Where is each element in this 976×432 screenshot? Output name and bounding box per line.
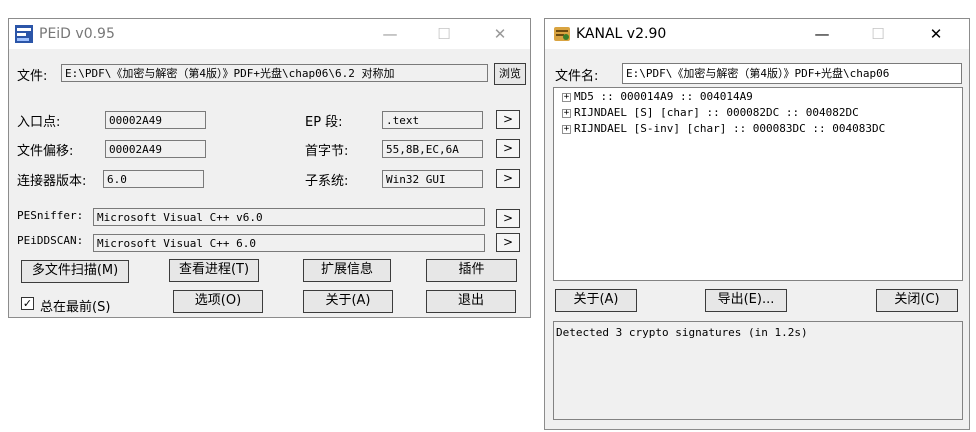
always-on-top-label: 总在最前(S) bbox=[40, 300, 111, 315]
peidscan-label: PEiDDSCAN: bbox=[17, 234, 84, 247]
linker-version-field[interactable]: 6.0 bbox=[103, 170, 204, 188]
filename-field[interactable]: E:\PDF\《加密与解密（第4版）》PDF+光盘\chap06 bbox=[622, 63, 962, 84]
ep-section-arrow-button[interactable]: > bbox=[496, 110, 520, 129]
file-label: 文件: bbox=[17, 69, 48, 84]
file-path-field[interactable]: E:\PDF\《加密与解密（第4版）》PDF+光盘\chap06\6.2 对称加 bbox=[61, 64, 488, 82]
entry-point-field[interactable]: 00002A49 bbox=[105, 111, 206, 129]
entry-point-label: 入口点: bbox=[17, 115, 61, 130]
tree-node[interactable]: + RIJNDAEL [S] [char] :: 000082DC :: 0040… bbox=[562, 106, 859, 119]
subsystem-field[interactable]: Win32 GUI bbox=[382, 170, 483, 188]
ep-section-field[interactable]: .text bbox=[382, 111, 483, 129]
file-offset-field[interactable]: 00002A49 bbox=[105, 140, 206, 158]
kanal-about-button[interactable]: 关于(A) bbox=[555, 289, 637, 312]
first-bytes-field[interactable]: 55,8B,EC,6A bbox=[382, 140, 483, 158]
tree-node-label: RIJNDAEL [S-inv] [char] :: 000083DC :: 0… bbox=[574, 122, 886, 135]
peidscan-field[interactable]: Microsoft Visual C++ 6.0 bbox=[93, 234, 485, 252]
result-log: Detected 3 crypto signatures (in 1.2s) bbox=[553, 321, 963, 420]
kanal-close-button[interactable]: ✕ bbox=[913, 19, 959, 49]
pesniffer-label: PESniffer: bbox=[17, 209, 84, 222]
expand-plus-icon[interactable]: + bbox=[562, 108, 571, 118]
file-offset-label: 文件偏移: bbox=[17, 144, 74, 159]
signature-tree[interactable]: + MD5 :: 000014A9 :: 004014A9 + RIJNDAEL [… bbox=[553, 87, 963, 281]
peid-titlebar[interactable]: PEiD v0.95 — ☐ ✕ bbox=[9, 19, 530, 49]
peid-app-icon bbox=[15, 25, 33, 43]
view-processes-button[interactable]: 查看进程(T) bbox=[169, 259, 259, 282]
kanal-title: KANAL v2.90 bbox=[576, 26, 667, 42]
filename-label: 文件名: bbox=[555, 69, 599, 84]
peid-maximize-button: ☐ bbox=[437, 25, 451, 43]
kanal-app-icon bbox=[554, 27, 570, 41]
export-button[interactable]: 导出(E)... bbox=[705, 289, 787, 312]
ep-section-label: EP 段: bbox=[305, 115, 343, 130]
browse-button[interactable]: 浏览 bbox=[494, 63, 526, 85]
peid-minimize-button[interactable]: — bbox=[367, 19, 413, 49]
peid-close-button[interactable]: ✕ bbox=[477, 19, 523, 49]
expand-plus-icon[interactable]: + bbox=[562, 92, 571, 102]
expand-plus-icon[interactable]: + bbox=[562, 124, 571, 134]
peid-title: PEiD v0.95 bbox=[39, 26, 115, 42]
kanal-titlebar[interactable]: KANAL v2.90 — ☐ ✕ bbox=[545, 19, 969, 49]
tree-node-label: MD5 :: 000014A9 :: 004014A9 bbox=[574, 90, 753, 103]
linker-version-label: 连接器版本: bbox=[17, 174, 87, 189]
tree-node-label: RIJNDAEL [S] [char] :: 000082DC :: 00408… bbox=[574, 106, 859, 119]
pesniffer-field[interactable]: Microsoft Visual C++ v6.0 bbox=[93, 208, 485, 226]
plugins-button[interactable]: 插件 bbox=[426, 259, 517, 282]
about-button[interactable]: 关于(A) bbox=[303, 290, 393, 313]
subsystem-label: 子系统: bbox=[305, 174, 349, 189]
always-on-top-checkbox[interactable]: ✓ bbox=[21, 297, 34, 310]
exit-button[interactable]: 退出 bbox=[426, 290, 516, 313]
tree-node[interactable]: + MD5 :: 000014A9 :: 004014A9 bbox=[562, 90, 753, 103]
options-button[interactable]: 选项(O) bbox=[173, 290, 263, 313]
tree-node[interactable]: + RIJNDAEL [S-inv] [char] :: 000083DC :: … bbox=[562, 122, 885, 135]
multi-file-scan-button[interactable]: 多文件扫描(M) bbox=[21, 260, 129, 283]
pesniffer-arrow-button[interactable]: > bbox=[496, 209, 520, 228]
kanal-minimize-button[interactable]: — bbox=[799, 19, 845, 49]
first-bytes-arrow-button[interactable]: > bbox=[496, 139, 520, 158]
extended-info-button[interactable]: 扩展信息 bbox=[303, 259, 391, 282]
peidscan-arrow-button[interactable]: > bbox=[496, 233, 520, 252]
kanal-close-dialog-button[interactable]: 关闭(C) bbox=[876, 289, 958, 312]
first-bytes-label: 首字节: bbox=[305, 144, 349, 159]
peid-window: PEiD v0.95 — ☐ ✕ 文件: E:\PDF\《加密与解密（第4版）》… bbox=[8, 18, 531, 318]
kanal-maximize-button: ☐ bbox=[871, 25, 885, 43]
subsystem-arrow-button[interactable]: > bbox=[496, 169, 520, 188]
kanal-window: KANAL v2.90 — ☐ ✕ 文件名: E:\PDF\《加密与解密（第4版… bbox=[544, 18, 970, 430]
